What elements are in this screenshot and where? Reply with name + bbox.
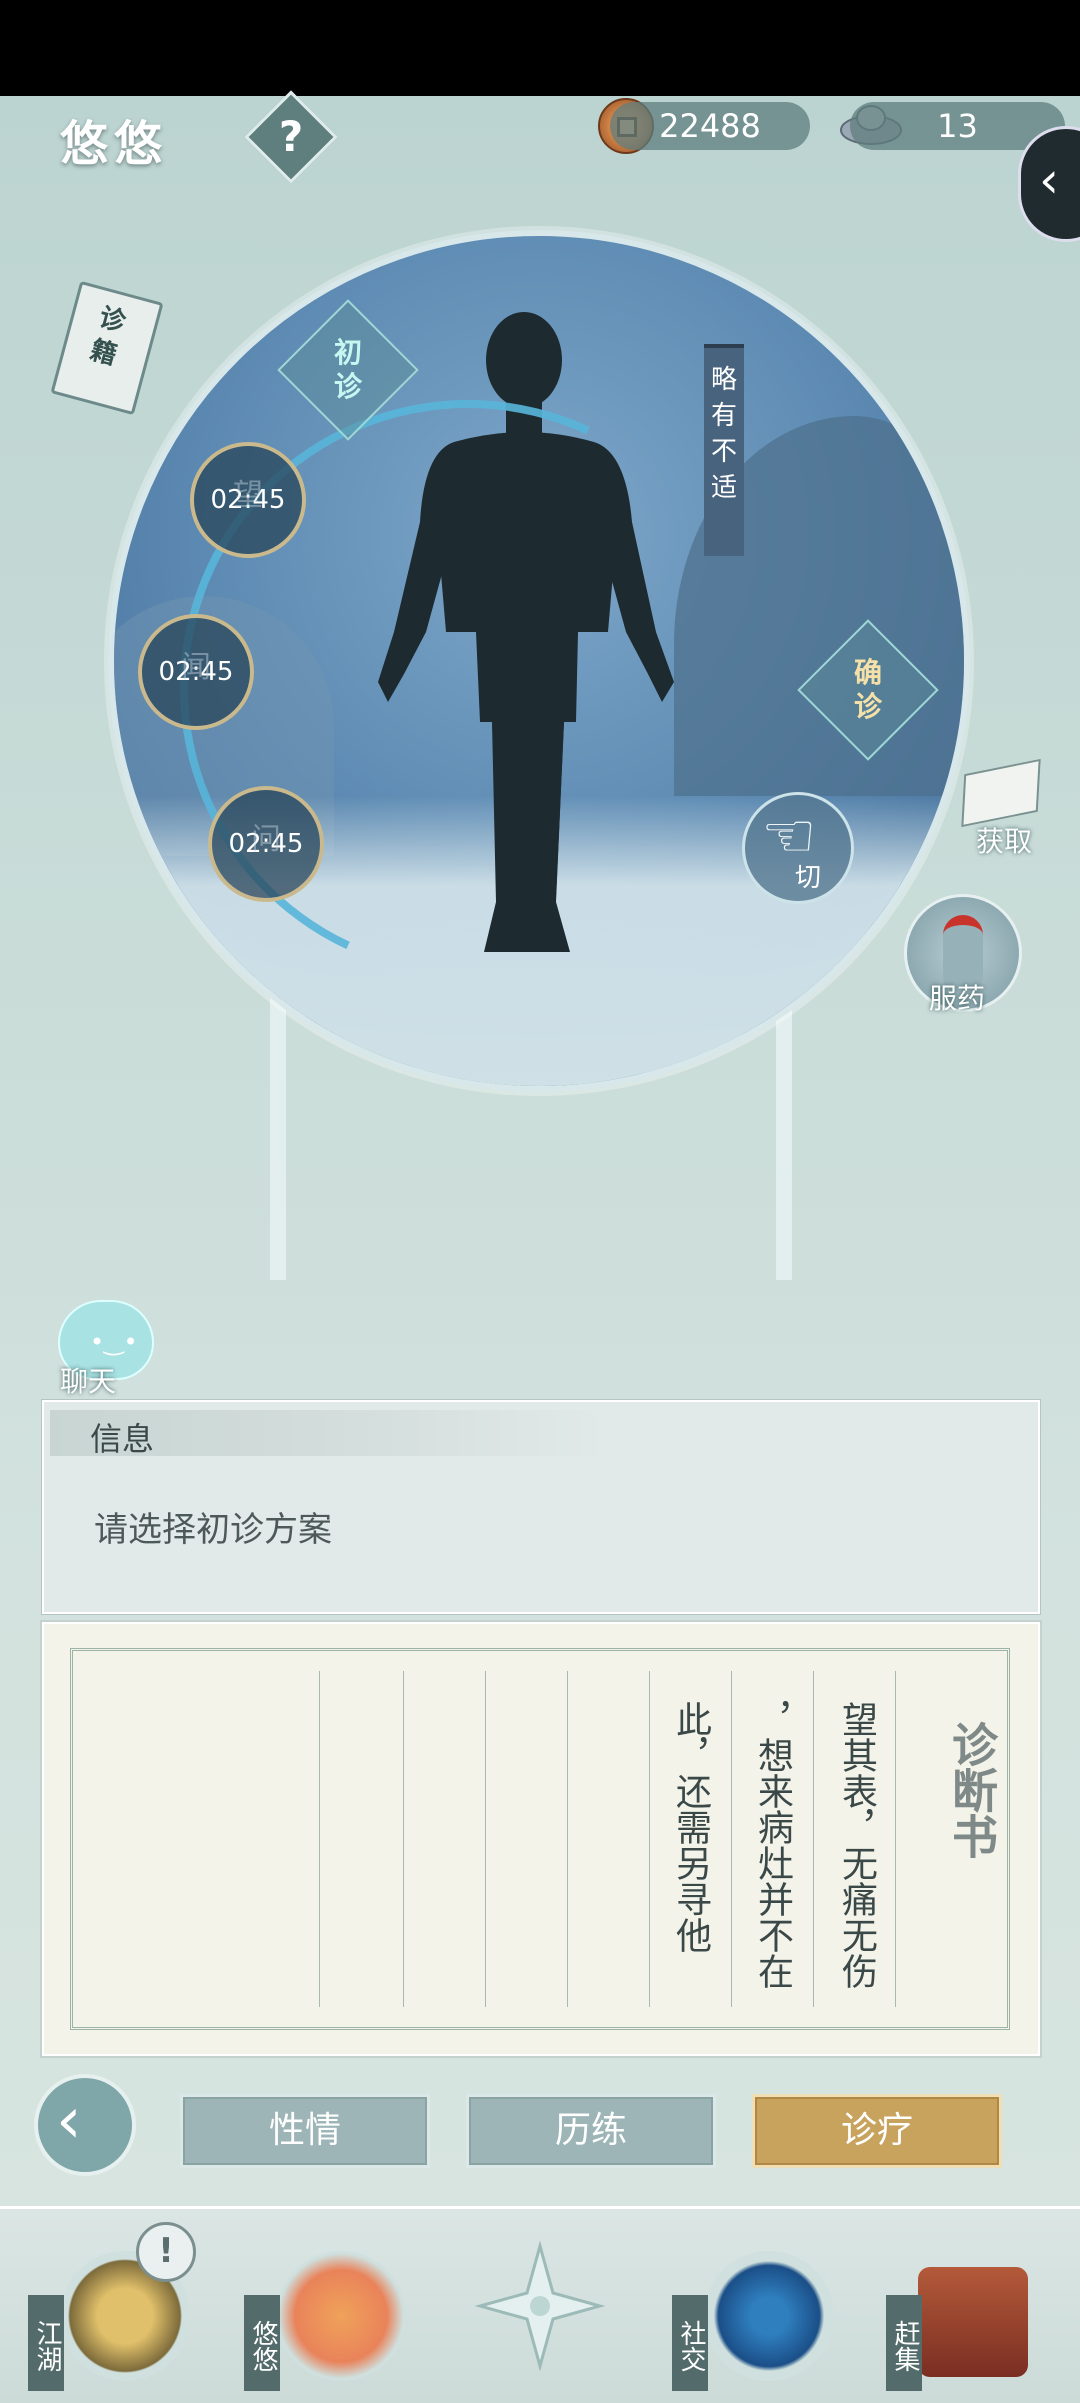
info-title: 信息 bbox=[90, 1420, 155, 1458]
nav-label: 赶集 bbox=[886, 2295, 922, 2391]
nav-market[interactable]: 赶集 bbox=[878, 2221, 1068, 2397]
condition-banner: 略有不适 bbox=[704, 344, 744, 556]
take-medicine-button[interactable]: 服药 bbox=[904, 894, 1022, 1015]
tab-treatment[interactable]: 诊疗 bbox=[752, 2094, 1002, 2168]
info-message: 请选择初诊方案 bbox=[94, 1510, 332, 1550]
medicine-label: 服药 bbox=[929, 982, 986, 1015]
condition-text: 略有不适 bbox=[710, 365, 737, 503]
column-line bbox=[403, 1671, 404, 2007]
listen-method-timer[interactable]: 闻 02:45 bbox=[138, 614, 254, 730]
info-panel: 信息 请选择初诊方案 bbox=[42, 1400, 1040, 1614]
nav-label: 社交 bbox=[672, 2295, 708, 2391]
ask-method-timer[interactable]: 问 02:45 bbox=[208, 786, 324, 902]
method-label: 问 bbox=[251, 822, 281, 857]
first-diagnosis-marker[interactable]: 初诊 bbox=[277, 299, 419, 441]
character-name: 悠悠 bbox=[60, 116, 169, 172]
column-line bbox=[731, 1671, 732, 2007]
method-label: 望 bbox=[233, 478, 263, 513]
confirm-diagnosis-label: 确诊 bbox=[853, 656, 882, 723]
method-label: 闻 bbox=[181, 650, 211, 685]
pulse-button[interactable]: 切 bbox=[742, 792, 854, 904]
nav-social[interactable]: 社交 bbox=[664, 2221, 854, 2397]
get-label: 获取 bbox=[976, 825, 1033, 858]
nav-label: 江湖 bbox=[28, 2295, 64, 2391]
first-diagnosis-label: 初诊 bbox=[333, 336, 362, 403]
diagnosis-line: ，想来病灶并不在 bbox=[752, 1701, 793, 1989]
basket-icon bbox=[918, 2267, 1028, 2377]
diagnosis-line: 此，还需另寻他 bbox=[670, 1701, 711, 1953]
get-button[interactable]: 获取 bbox=[958, 758, 1054, 858]
diagnosis-book: 望其表，无痛无伤 ，想来病灶并不在 此，还需另寻他 诊断书 bbox=[42, 1622, 1040, 2056]
back-button[interactable]: ‹ bbox=[34, 2074, 136, 2176]
nav-home[interactable] bbox=[460, 2221, 650, 2397]
column-line bbox=[895, 1671, 896, 2007]
column-line bbox=[649, 1671, 650, 2007]
pulse-label: 切 bbox=[795, 863, 822, 893]
nav-youyou[interactable]: 悠悠 bbox=[236, 2221, 426, 2397]
wave-icon bbox=[704, 2251, 834, 2381]
help-icon: ? bbox=[278, 112, 304, 161]
info-header: 信息 bbox=[50, 1410, 610, 1458]
column-line bbox=[813, 1671, 814, 2007]
tab-temperament[interactable]: 性情 bbox=[180, 2094, 430, 2168]
nav-label: 悠悠 bbox=[244, 2295, 280, 2391]
column-line bbox=[485, 1671, 486, 2007]
chat-label[interactable]: 聊天 bbox=[60, 1360, 116, 1400]
diagnosis-page: 望其表，无痛无伤 ，想来病灶并不在 此，还需另寻他 诊断书 bbox=[70, 1648, 1010, 2030]
status-bar bbox=[0, 0, 1080, 96]
back-arrow-icon: ‹ bbox=[56, 2084, 82, 2158]
crane-icon bbox=[276, 2251, 406, 2381]
column-line bbox=[319, 1671, 320, 2007]
column-line bbox=[567, 1671, 568, 2007]
smiley-icon: •‿• bbox=[90, 1328, 138, 1356]
book-label: 诊籍 bbox=[87, 302, 129, 372]
alert-badge-icon[interactable]: ! bbox=[136, 2222, 196, 2282]
chevron-left-icon: ‹ bbox=[1039, 151, 1059, 209]
look-method-timer[interactable]: 望 02:45 bbox=[190, 442, 306, 558]
scroll-icon bbox=[961, 758, 1041, 828]
diagnosis-title: 诊断书 bbox=[945, 1721, 999, 1859]
compass-star-icon bbox=[475, 2241, 605, 2371]
coin-counter: 22488 bbox=[610, 102, 810, 150]
diagnosis-line: 望其表，无痛无伤 bbox=[836, 1701, 877, 1989]
tab-experience[interactable]: 历练 bbox=[466, 2094, 716, 2168]
confirm-diagnosis-marker[interactable]: 确诊 bbox=[797, 619, 939, 761]
